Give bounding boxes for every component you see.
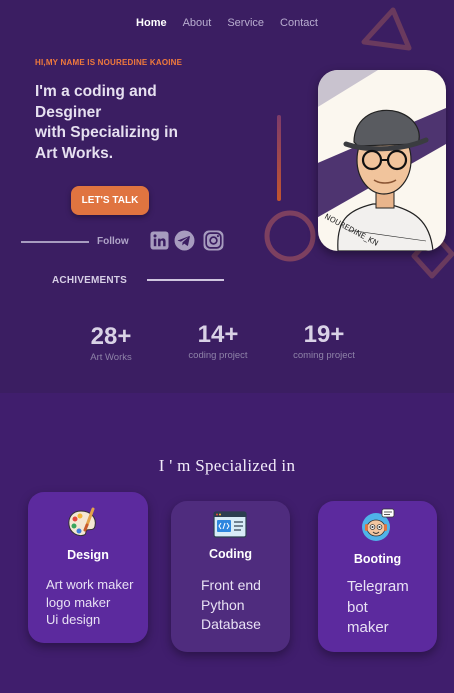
card-lines: Telegram bot maker (347, 577, 409, 639)
stat-value: 28+ (90, 323, 132, 350)
achievements-divider (147, 279, 224, 281)
specialized-title: I ' m Specialized in (158, 456, 296, 475)
robot-icon (362, 508, 395, 541)
card-title: Design (67, 548, 109, 562)
card-line: Front end (201, 577, 261, 593)
nav-link-about[interactable]: About (183, 17, 212, 29)
card-line: Database (201, 616, 261, 632)
follow-divider (21, 241, 89, 243)
nav-link-home[interactable]: Home (136, 17, 167, 29)
card-booting[interactable]: Booting Telegram bot maker (318, 501, 437, 652)
nav-link-service[interactable]: Service (227, 17, 264, 29)
stat-label: coding project (188, 350, 248, 361)
card-line: Art work maker (46, 577, 134, 592)
card-lines: Front end Python Database (201, 576, 261, 635)
stat-coming-project: 19+ coming project (280, 321, 368, 362)
stat-label: Art Works (90, 352, 132, 363)
headline-line: I'm a coding and (35, 83, 157, 100)
telegram-icon[interactable] (173, 229, 195, 251)
nav-link-contact[interactable]: Contact (280, 17, 318, 29)
triangle-decoration-icon (361, 7, 412, 51)
headline-line: Art Works. (35, 144, 114, 162)
stat-value: 19+ (303, 321, 345, 348)
card-coding[interactable]: Coding Front end Python Database (171, 501, 290, 652)
card-line: Python (201, 596, 245, 613)
card-lines: Art work maker logo maker Ui design (46, 576, 133, 629)
greeting-text: HI,MY NAME IS NOUREDINE KAOINE (35, 58, 183, 67)
circle-decoration-icon (264, 210, 316, 262)
card-design[interactable]: Design Art work maker logo maker Ui desi… (28, 492, 148, 643)
code-window-icon (213, 511, 247, 538)
lets-talk-button[interactable]: LET'S TALK (71, 186, 149, 215)
accent-bar (277, 115, 281, 201)
portrait-image: NOUREDINE_KN (318, 70, 446, 251)
main-nav: Home About Service Contact (0, 17, 454, 29)
palette-icon (68, 507, 96, 536)
instagram-icon[interactable] (202, 229, 224, 251)
card-line: Telegram (347, 578, 409, 595)
headline-line: Desginer (35, 103, 102, 121)
stat-label: coming project (293, 350, 355, 361)
follow-label: Follow (97, 236, 129, 247)
hero-section: Home About Service Contact HI,MY NAME IS… (0, 0, 454, 393)
linkedin-icon[interactable] (148, 229, 170, 251)
card-line: logo maker (46, 594, 111, 610)
card-line: maker (347, 619, 389, 636)
stat-value: 14+ (197, 321, 239, 348)
stat-art-works: 28+ Art Works (78, 323, 144, 364)
card-title: Coding (208, 547, 253, 561)
headline-line: with Specializing in (35, 124, 178, 141)
card-line: bot (347, 598, 368, 616)
card-line: Ui design (46, 612, 101, 627)
headline: I'm a coding and Desginer with Specializ… (35, 82, 235, 164)
achievements-label: ACHIVEMENTS (52, 275, 127, 286)
stat-coding-project: 14+ coding project (174, 321, 262, 362)
card-title: Booting (353, 552, 402, 566)
